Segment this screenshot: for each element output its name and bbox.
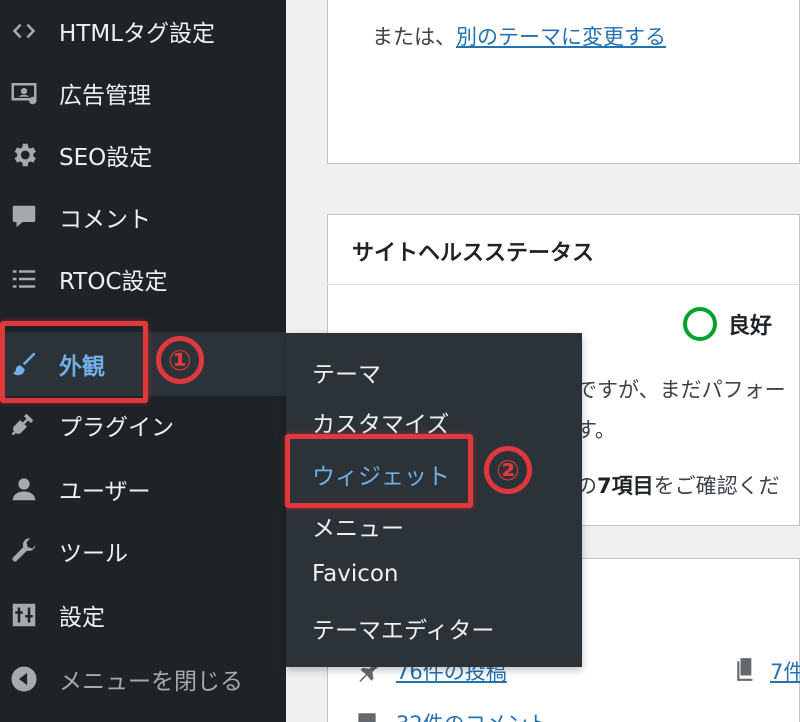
health-text-line3-suffix: をご確認くだ	[653, 474, 780, 498]
list-icon	[5, 260, 43, 298]
site-health-title: サイトヘルスステータス	[352, 241, 595, 266]
comment-icon	[5, 198, 43, 236]
sidebar-item-label: RTOC設定	[59, 269, 168, 295]
submenu-item-themes[interactable]: テーマ	[312, 355, 381, 389]
sidebar-item-label: コメント	[59, 207, 151, 233]
submenu-item-menus[interactable]: メニュー	[312, 509, 404, 543]
plugin-icon	[5, 406, 43, 444]
wrench-icon	[5, 532, 43, 570]
pages-icon	[734, 656, 760, 682]
sidebar-item-seo[interactable]: SEO設定	[0, 124, 286, 186]
sidebar-item-label: ユーザー	[59, 479, 151, 505]
sidebar-item-users[interactable]: ユーザー	[0, 458, 286, 520]
health-status-label: 良好	[728, 314, 773, 339]
sidebar-item-label: 設定	[59, 605, 105, 631]
sidebar-item-label: SEO設定	[59, 145, 153, 171]
submenu-item-favicon[interactable]: Favicon	[312, 561, 399, 587]
ad-icon	[5, 74, 43, 112]
collapse-arrow-icon	[5, 660, 43, 698]
sidebar-item-label: 広告管理	[59, 83, 151, 109]
sidebar-item-label: プラグイン	[59, 415, 174, 441]
theme-change-line: または、別のテーマに変更する	[372, 21, 666, 51]
change-theme-link[interactable]: 別のテーマに変更する	[456, 25, 666, 49]
submenu-item-theme-editor[interactable]: テーマエディター	[312, 611, 494, 645]
step1-highlight	[0, 321, 148, 403]
sidebar-collapse-menu[interactable]: メニューを閉じる	[0, 648, 286, 710]
sidebar-item-comments[interactable]: コメント	[0, 186, 286, 248]
site-health-divider	[327, 284, 800, 285]
sidebar-item-html-tags[interactable]: HTMLタグ設定	[0, 0, 286, 62]
pages-count-link[interactable]: 7件	[770, 656, 800, 686]
comment-icon	[354, 710, 380, 722]
sidebar-item-label: HTMLタグ設定	[59, 21, 216, 47]
theme-panel: または、別のテーマに変更する	[327, 0, 800, 164]
sidebar-item-plugins[interactable]: プラグイン	[0, 394, 286, 456]
comments-count-link[interactable]: 32件のコメント	[396, 708, 549, 722]
sidebar-item-ads[interactable]: 広告管理	[0, 62, 286, 124]
sidebar-item-rtoc[interactable]: RTOC設定	[0, 248, 286, 310]
settings-sliders-icon	[5, 596, 43, 634]
gear-icon	[5, 136, 43, 174]
sidebar-item-label: ツール	[59, 541, 128, 567]
health-text-line1: ですが、まだパフォー	[576, 378, 786, 402]
health-status-ring	[683, 307, 717, 341]
code-icon	[5, 12, 43, 50]
step1-badge: ①	[156, 336, 204, 384]
sidebar-item-tools[interactable]: ツール	[0, 520, 286, 582]
step2-highlight	[285, 434, 473, 508]
sidebar-item-settings[interactable]: 設定	[0, 584, 286, 646]
sidebar-item-label: メニューを閉じる	[59, 669, 243, 695]
theme-change-prefix: または、	[372, 25, 456, 49]
health-text-line3-bold: 7項目	[597, 474, 654, 498]
user-icon	[5, 470, 43, 508]
health-text-line3: の7項目をご確認くだ	[576, 470, 780, 500]
step2-badge: ②	[484, 446, 532, 494]
